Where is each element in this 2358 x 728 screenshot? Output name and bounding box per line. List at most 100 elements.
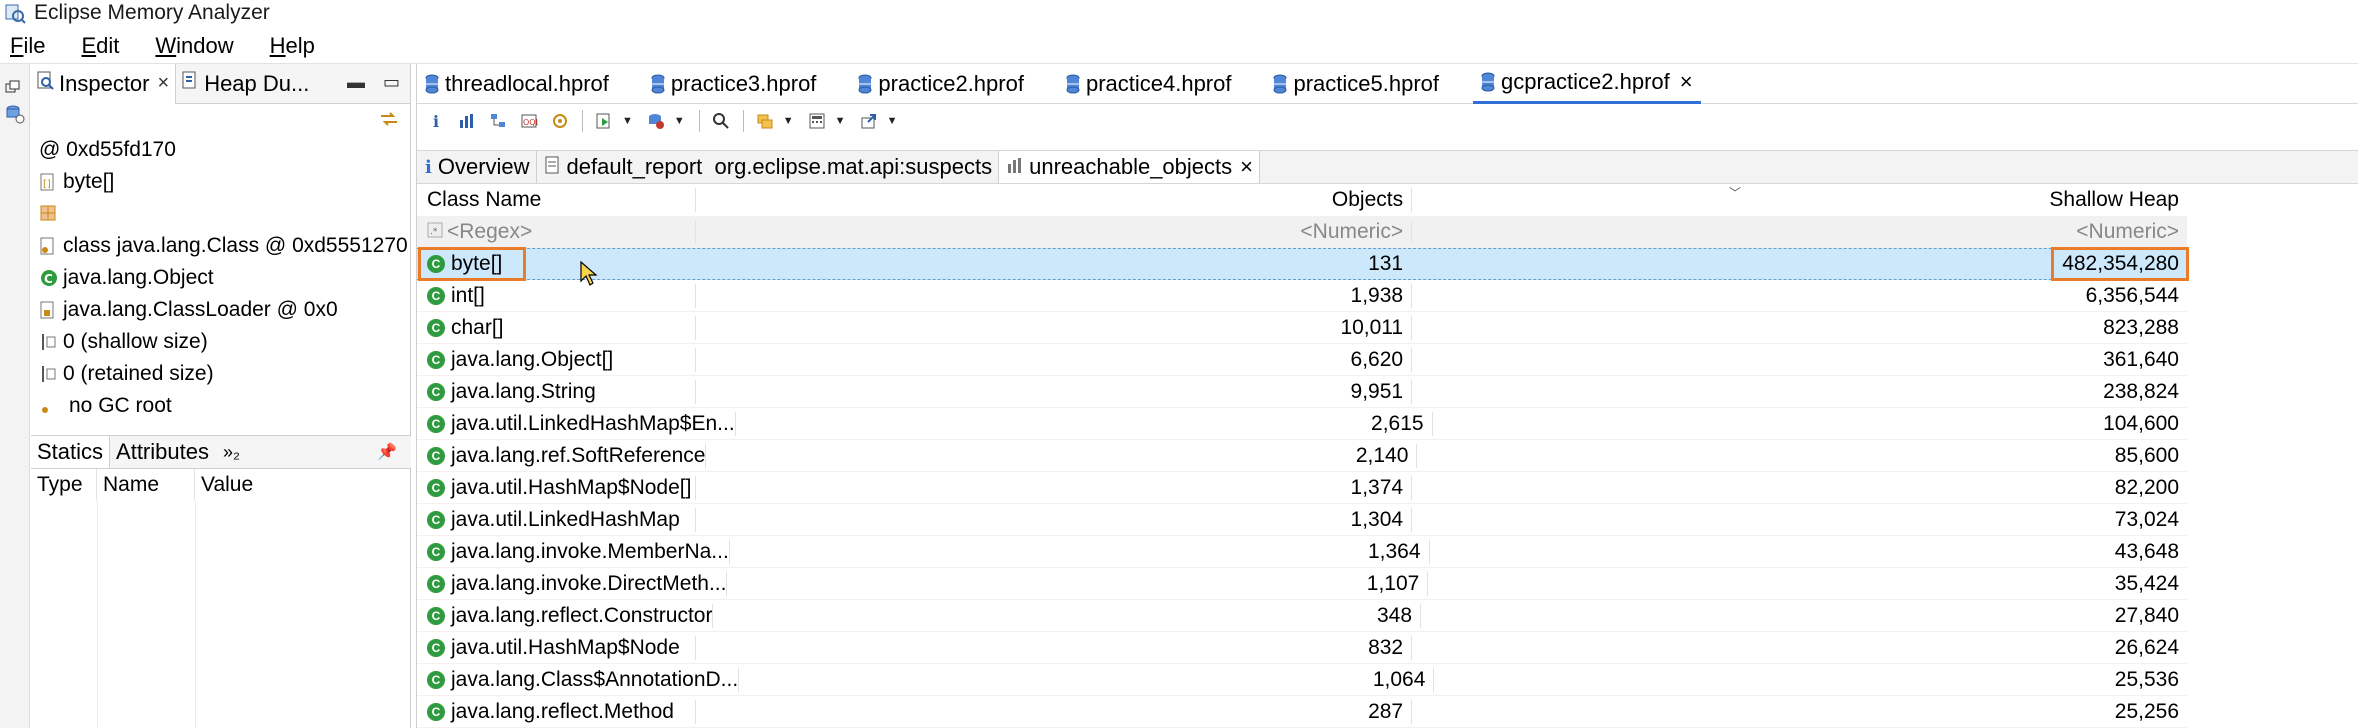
inspector-classloader-row[interactable]: java.lang.ClassLoader @ 0x0 [39,294,410,326]
tab-heap-dump-details[interactable]: Heap Du... [176,64,315,104]
dropdown-arrow-icon[interactable]: ▼ [622,115,633,127]
inspector-classloader: java.lang.ClassLoader @ 0x0 [63,298,338,321]
tab-practice3-hprof[interactable]: practice3.hprof [643,64,825,104]
table-row[interactable]: Cint[] 1,938 6,356,544 [417,280,2187,312]
col-name-header[interactable]: Name [97,469,195,501]
shallow-heap-cell: 27,840 [1420,603,2187,628]
maximize-icon[interactable]: ▭ [383,72,400,93]
tab-attributes[interactable]: Attributes [110,436,215,468]
tab-label: unreachable_objects [1029,154,1233,179]
query-browser-icon[interactable] [643,109,669,133]
class-icon: C [427,382,445,401]
class-name-filter[interactable]: .* <Regex> [417,220,695,244]
search-icon[interactable] [708,109,734,133]
tab-inspector[interactable]: Inspector × [31,63,177,104]
regex-icon: .* [427,220,443,244]
table-row[interactable]: Cjava.lang.reflect.Constructor 348 27,84… [417,600,2187,632]
svg-text:C: C [44,272,53,286]
menu-help[interactable]: Help [270,33,315,59]
objects-cell: 348 [712,603,1420,628]
inspector-shallow-row[interactable]: 0 (shallow size) [39,326,410,358]
tab-gcpractice2-hprof[interactable]: gcpractice2.hprof × [1473,63,1701,104]
shallow-heap-cell: 35,424 [1427,571,2187,596]
inspector-tab-bar: Inspector × Heap Du... ▬ ▭ [31,63,410,104]
class-icon: C [427,286,445,305]
info-icon[interactable]: i [423,109,449,133]
close-icon[interactable]: × [1240,154,1253,180]
tab-statics[interactable]: Statics [31,436,111,468]
tab-threadlocal-hprof[interactable]: threadlocal.hprof [417,64,617,104]
inspector-toolbar [31,104,410,134]
close-icon[interactable]: × [1680,69,1693,95]
restore-icon[interactable] [5,76,25,94]
dropdown-arrow-icon[interactable]: ▼ [674,115,685,127]
shallow-heap-cell: 238,824 [1411,379,2187,404]
calculator-icon[interactable] [804,109,830,133]
tab-practice4-hprof[interactable]: practice4.hprof [1058,64,1240,104]
oql-icon[interactable]: OQL [516,109,542,133]
menu-file[interactable]: File [10,33,45,59]
objects-filter[interactable]: <Numeric> [695,220,1411,244]
class-name-cell: java.lang.Object[] [451,347,614,371]
inspector-type-row[interactable]: [] byte[] [39,166,410,198]
minimize-icon[interactable]: ▬ [347,72,365,93]
thread-overview-icon[interactable] [547,109,573,133]
dropdown-arrow-icon[interactable]: ▼ [887,115,898,127]
table-row[interactable]: Cjava.util.HashMap$Node 832 26,624 [417,632,2187,664]
app-logo-icon [4,2,26,24]
inspector-icon [37,71,55,97]
col-type-header[interactable]: Type [31,469,97,501]
link-with-selection-icon[interactable] [378,108,400,130]
tab-practice2-hprof[interactable]: practice2.hprof [850,64,1032,104]
inspector-superclass-row[interactable]: C java.lang.Object [39,262,410,294]
inspector-gcroot-row[interactable]: no GC root [39,390,410,422]
dropdown-arrow-icon[interactable]: ▼ [835,115,846,127]
histogram-icon[interactable] [454,109,480,133]
table-row[interactable]: Cjava.util.LinkedHashMap$En... 2,615 104… [417,408,2187,440]
shallow-heap-cell: 104,600 [1431,411,2187,436]
table-row[interactable]: Cjava.lang.reflect.Method 287 25,256 [417,696,2187,728]
menu-edit[interactable]: Edit [81,33,119,59]
table-row[interactable]: Cjava.util.HashMap$Node[] 1,374 82,200 [417,472,2187,504]
heap-dump-details-icon[interactable] [5,104,25,124]
inspector-grid-row[interactable] [39,198,410,230]
menu-window[interactable]: Window [155,33,233,59]
column-divider [195,501,196,728]
histogram-table: Class Name Objects Shallow Heap ﹀ .* <Re… [417,184,2189,728]
class-icon: C [39,268,59,288]
table-row[interactable]: Cjava.lang.Object[] 6,620 361,640 [417,344,2187,376]
inspector-address-row[interactable]: @ 0xd55fd170 [39,134,410,166]
tab-inspector-label: Inspector [59,70,150,96]
table-row[interactable]: Cjava.lang.Class$AnnotationD... 1,064 25… [417,664,2187,696]
table-row[interactable]: Cchar[] 10,011 823,288 [417,312,2187,344]
table-row[interactable]: Cjava.util.LinkedHashMap 1,304 73,024 [417,504,2187,536]
group-by-icon[interactable] [752,109,778,133]
shallow-heap-filter[interactable]: <Numeric> [1411,220,2187,244]
close-icon[interactable]: × [158,72,170,95]
array-icon: [] [39,172,59,192]
col-value-header[interactable]: Value [195,469,315,501]
table-row[interactable]: Cjava.lang.ref.SoftReference 2,140 85,60… [417,440,2187,472]
table-row[interactable]: Cjava.lang.String 9,951 238,824 [417,376,2187,408]
sort-descending-icon: ﹀ [1729,186,1742,200]
tab-default-report[interactable]: default_report org.eclipse.mat.api:suspe… [537,151,1000,183]
col-shallow-heap-header[interactable]: Shallow Heap [1411,188,2187,212]
table-row[interactable]: Cbyte[] 131 482,354,280 [417,247,2189,286]
tab-unreachable-objects[interactable]: unreachable_objects × [999,151,1260,183]
objects-cell: 131 [695,252,1411,276]
more-tabs-button[interactable]: »₂ [223,442,240,463]
inspector-class-row[interactable]: class java.lang.Class @ 0xd5551270 [39,230,410,262]
inspector-retained-row[interactable]: 0 (retained size) [39,358,410,390]
pin-icon[interactable]: 📌 [377,442,397,462]
tab-overview[interactable]: i Overview [417,151,537,183]
tab-practice5-hprof[interactable]: practice5.hprof [1265,64,1447,104]
table-row[interactable]: Cjava.lang.invoke.DirectMeth... 1,107 35… [417,568,2187,600]
file-tab-bar: threadlocal.hprof practice3.hprof practi… [417,63,2358,104]
dominator-tree-icon[interactable] [485,109,511,133]
col-class-name-header[interactable]: Class Name [417,188,695,212]
table-row[interactable]: Cjava.lang.invoke.MemberNa... 1,364 43,6… [417,536,2187,568]
dropdown-arrow-icon[interactable]: ▼ [783,115,794,127]
run-report-icon[interactable] [591,109,617,133]
export-icon[interactable] [856,109,882,133]
col-objects-header[interactable]: Objects [695,188,1411,212]
